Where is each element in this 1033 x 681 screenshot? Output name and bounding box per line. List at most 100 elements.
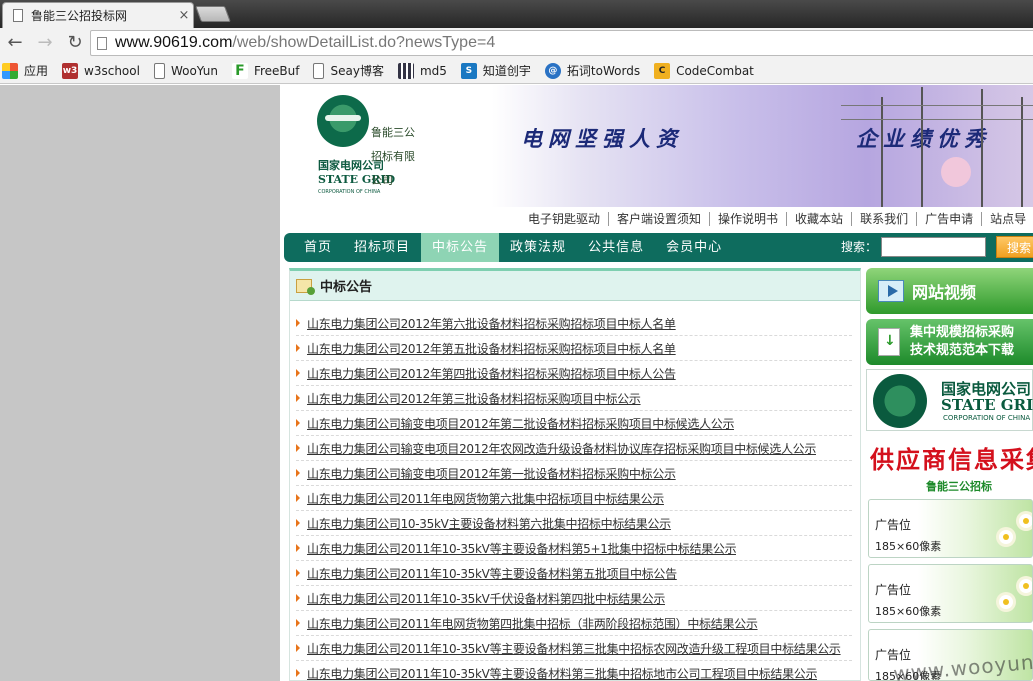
quicklink-client-setup[interactable]: 客户端设置须知 (608, 212, 709, 226)
page-icon (313, 62, 325, 79)
md5-grid-icon (397, 62, 414, 79)
power-wire (841, 119, 1033, 120)
page-icon (97, 36, 107, 50)
bookmark-label: 拓词toWords (566, 64, 641, 78)
news-link[interactable]: 山东电力集团公司2012年第三批设备材料招标采购项目中标公示 (307, 390, 641, 407)
bullet-arrow-icon (296, 519, 300, 527)
page-icon (13, 9, 23, 22)
forward-icon[interactable]: → (30, 28, 60, 58)
download-line2: 技术规范范本下载 (910, 343, 1015, 358)
news-link[interactable]: 山东电力集团公司输变电项目2012年第一批设备材料招标采购中标公示 (307, 465, 676, 482)
news-link[interactable]: 山东电力集团公司10-35kV主要设备材料第六批集中招标中标结果公示 (307, 515, 671, 532)
bookmark-freebuf[interactable]: F FreeBuf (231, 62, 300, 79)
news-link[interactable]: 山东电力集团公司2011年电网货物第六批集中招标项目中标结果公示 (307, 490, 664, 507)
supplier-info-banner[interactable]: 供应商信息采集 鲁能三公招标 (866, 436, 1033, 496)
bookmark-wooyun[interactable]: WooYun (153, 62, 218, 79)
ad-title: 广告位 (875, 518, 912, 532)
notice-icon (296, 278, 315, 295)
sgcc-sub-text: CORPORATION OF CHINA (943, 414, 1031, 422)
quicklink-sitemap[interactable]: 站点导 (981, 212, 1033, 226)
bullet-arrow-icon (296, 344, 300, 352)
panel-header: 中标公告 (290, 271, 860, 301)
list-item: 山东电力集团公司2012年第三批设备材料招标采购项目中标公示 (296, 386, 852, 411)
towords-icon: @ (544, 62, 561, 79)
bookmark-label: 知道创宇 (482, 64, 531, 78)
quick-links: 电子钥匙驱动 客户端设置须知 操作说明书 收藏本站 联系我们 广告申请 站点导 (520, 208, 1033, 230)
quicklink-contact[interactable]: 联系我们 (851, 212, 916, 226)
banner-slogan-left: 电网坚强人资 (521, 126, 683, 151)
browser-tab[interactable]: 鲁能三公招投标网 × (2, 2, 194, 28)
supplier-subtitle: 鲁能三公招标 (926, 480, 992, 493)
site-video-button[interactable]: 网站视频 (866, 268, 1033, 314)
list-item: 山东电力集团公司2011年电网货物第六批集中招标项目中标结果公示 (296, 486, 852, 511)
knownsec-icon: S (460, 62, 477, 79)
list-item: 山东电力集团公司2011年10-35kV等主要设备材料第三批集中招标农网改造升级… (296, 636, 852, 661)
flower-decoration (999, 595, 1013, 609)
power-wire (841, 105, 1033, 106)
quicklink-ekey-driver[interactable]: 电子钥匙驱动 (520, 212, 608, 226)
news-link[interactable]: 山东电力集团公司2011年10-35kV千伏设备材料第四批中标结果公示 (307, 590, 665, 607)
list-item: 山东电力集团公司2011年10-35kV等主要设备材料第5+1批集中招标中标结果… (296, 536, 852, 561)
page-icon (153, 62, 165, 79)
browser-tabstrip: 鲁能三公招投标网 × (0, 0, 1033, 28)
quicklink-manual[interactable]: 操作说明书 (709, 212, 786, 226)
spec-download-button[interactable]: 集中规模招标采购 技术规范范本下载 (866, 319, 1033, 365)
bullet-arrow-icon (296, 544, 300, 552)
nav-policies[interactable]: 政策法规 (499, 233, 577, 262)
nav-home[interactable]: 首页 (293, 233, 343, 262)
bookmark-label: FreeBuf (253, 63, 300, 78)
address-bar[interactable]: www.90619.com/web/showDetailList.do?news… (90, 30, 1033, 56)
nav-tender-projects[interactable]: 招标项目 (343, 233, 421, 262)
bullet-arrow-icon (296, 419, 300, 427)
bookmark-md5[interactable]: md5 (397, 62, 447, 79)
panel-title: 中标公告 (320, 280, 373, 295)
bookmark-towords[interactable]: @ 拓词toWords (544, 62, 641, 79)
news-link[interactable]: 山东电力集团公司2012年第四批设备材料招标采购招标项目中标人公告 (307, 365, 676, 382)
tab-close-icon[interactable]: × (175, 8, 193, 23)
news-link[interactable]: 山东电力集团公司2011年10-35kV等主要设备材料第三批集中招标地市公司工程… (307, 665, 817, 681)
search-label: 搜索： (841, 240, 878, 254)
back-icon[interactable]: ← (0, 28, 30, 58)
bookmark-seay[interactable]: Seay博客 (313, 62, 384, 79)
search-input[interactable] (881, 237, 986, 257)
bookmark-label: md5 (419, 63, 447, 78)
ad-slot[interactable]: 广告位 185×60像素 (868, 564, 1033, 623)
news-link[interactable]: 山东电力集团公司2011年电网货物第四批集中招标（非两阶段招标范围）中标结果公示 (307, 615, 758, 632)
quicklink-bookmark-site[interactable]: 收藏本站 (786, 212, 851, 226)
search-button[interactable]: 搜索 (996, 236, 1033, 258)
bullet-arrow-icon (296, 644, 300, 652)
new-tab-button[interactable] (195, 6, 231, 22)
list-item: 山东电力集团公司输变电项目2012年第一批设备材料招标采购中标公示 (296, 461, 852, 486)
list-item: 山东电力集团公司输变电项目2012年第二批设备材料招标采购项目中标候选人公示 (296, 411, 852, 436)
nav-public-info[interactable]: 公共信息 (577, 233, 655, 262)
nav-member-center[interactable]: 会员中心 (655, 233, 733, 262)
bookmark-apps[interactable]: 应用 (2, 62, 48, 79)
news-link[interactable]: 山东电力集团公司2011年10-35kV等主要设备材料第三批集中招标农网改造升级… (307, 640, 841, 657)
sunset-decoration (941, 157, 971, 187)
bookmark-w3school[interactable]: w3 w3school (62, 62, 140, 79)
list-item: 山东电力集团公司2011年10-35kV等主要设备材料第五批项目中标公告 (296, 561, 852, 586)
list-item: 山东电力集团公司2012年第六批设备材料招标采购招标项目中标人名单 (296, 311, 852, 336)
flower-decoration (1019, 579, 1032, 593)
news-link[interactable]: 山东电力集团公司输变电项目2012年农网改造升级设备材料协议库存招标采购项目中标… (307, 440, 816, 457)
bookmark-knownsec[interactable]: S 知道创宇 (460, 62, 531, 79)
ad-slot[interactable]: 广告位 185×60像素 (868, 499, 1033, 558)
bookmark-label: Seay博客 (330, 64, 384, 78)
quicklink-ad-apply[interactable]: 广告申请 (916, 212, 981, 226)
download-line1: 集中规模招标采购 (910, 325, 1015, 340)
news-link[interactable]: 山东电力集团公司2012年第五批设备材料招标采购招标项目中标人名单 (307, 340, 676, 357)
bookmark-label: WooYun (170, 63, 218, 78)
news-link[interactable]: 山东电力集团公司输变电项目2012年第二批设备材料招标采购项目中标候选人公示 (307, 415, 734, 432)
state-grid-logo-icon (873, 374, 927, 428)
news-link[interactable]: 山东电力集团公司2011年10-35kV等主要设备材料第五批项目中标公告 (307, 565, 677, 582)
award-notice-panel: 中标公告 山东电力集团公司2012年第六批设备材料招标采购招标项目中标人名单 山… (289, 268, 861, 681)
news-link[interactable]: 山东电力集团公司2012年第六批设备材料招标采购招标项目中标人名单 (307, 315, 676, 332)
bookmark-codecombat[interactable]: C CodeCombat (654, 62, 754, 79)
reload-icon[interactable]: ↻ (60, 28, 90, 58)
state-grid-link[interactable]: 国家电网公司 STATE GRID CORPORATION OF CHINA (866, 369, 1033, 431)
nav-award-notices[interactable]: 中标公告 (421, 233, 500, 262)
news-link[interactable]: 山东电力集团公司2011年10-35kV等主要设备材料第5+1批集中招标中标结果… (307, 540, 736, 557)
power-tower (1021, 97, 1023, 207)
list-item: 山东电力集团公司2011年电网货物第四批集中招标（非两阶段招标范围）中标结果公示 (296, 611, 852, 636)
news-list: 山东电力集团公司2012年第六批设备材料招标采购招标项目中标人名单 山东电力集团… (290, 301, 860, 681)
